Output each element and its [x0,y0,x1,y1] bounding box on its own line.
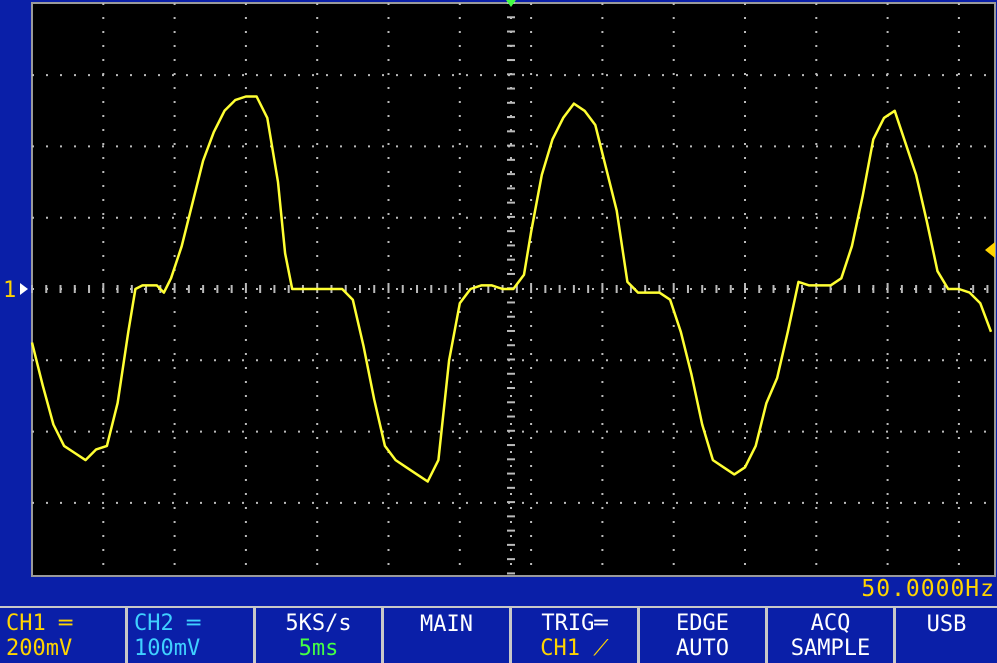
main-label: MAIN [420,612,473,637]
acq-label: ACQ [810,610,851,636]
ch2-label: CH2 [134,610,174,636]
sample-rate: 5KS/s [285,610,352,636]
frequency-readout: 50.0000Hz [861,576,995,602]
trig-source: CH1 [540,635,581,661]
edge-mode: AUTO [676,635,729,661]
trigger-menu[interactable]: TRIG═ CH1 ⟋ [512,608,640,663]
usb-menu[interactable]: USB [896,608,997,663]
ch2-menu[interactable]: CH2 ═ 100mV [128,608,256,663]
acquire-menu[interactable]: ACQ SAMPLE [768,608,896,663]
ch2-scale: 100mV [134,635,201,661]
ch1-ground-marker: 1 [3,278,16,303]
usb-label: USB [926,612,967,637]
dc-coupling-icon: ═ [45,610,73,636]
ch1-label: CH1 [6,610,46,636]
rising-edge-icon: ⟋ [580,635,609,661]
time-per-div: 5ms [298,635,339,661]
status-bar: CH1 ═ 200mV CH2 ═ 100mV 5KS/s 5ms MAIN T… [0,606,997,663]
dc-coupling-icon: ═ [173,610,201,636]
main-menu[interactable]: MAIN [384,608,512,663]
oscilloscope-display: 1 [0,0,997,661]
dc-coupling-icon: ═ [594,610,608,636]
acq-mode: SAMPLE [790,635,871,661]
timebase-menu[interactable]: 5KS/s 5ms [256,608,384,663]
trig-label: TRIG [541,610,595,636]
ch1-menu[interactable]: CH1 ═ 200mV [0,608,128,663]
edge-menu[interactable]: EDGE AUTO [640,608,768,663]
edge-label: EDGE [676,610,729,636]
ch1-scale: 200mV [6,635,73,661]
